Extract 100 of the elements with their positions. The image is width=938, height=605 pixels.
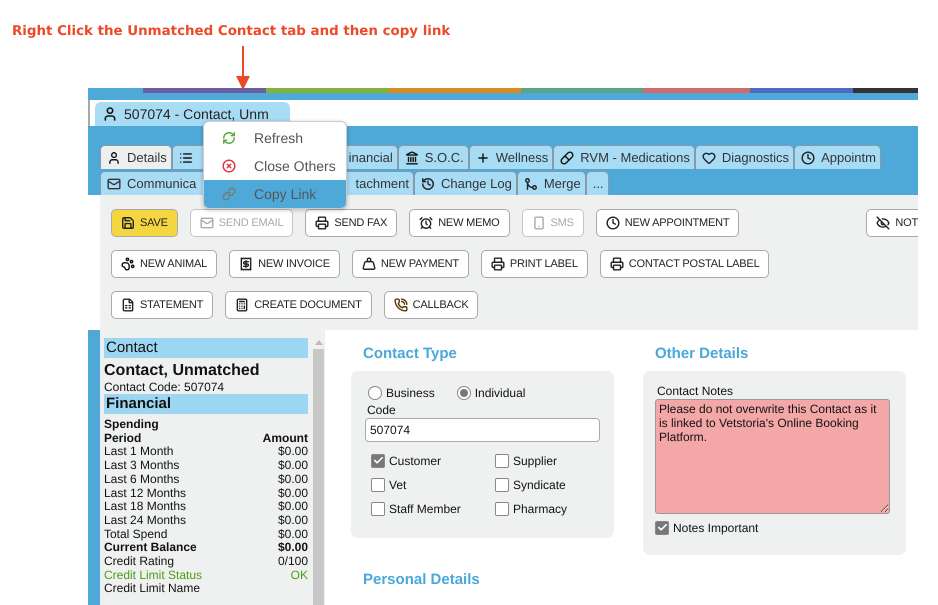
- row-label: Last 18 Months: [104, 500, 186, 514]
- row-value: $0.00: [278, 472, 308, 487]
- tab[interactable]: S.O.C.: [398, 145, 469, 169]
- clock-icon: [801, 150, 816, 164]
- toolbar-button[interactable]: PRINT LABEL: [480, 250, 588, 278]
- tab[interactable]: RVM - Medications: [553, 145, 695, 169]
- row-label: Last 24 Months: [104, 514, 186, 528]
- row-value: $0.00: [278, 541, 308, 556]
- toolbar-button[interactable]: NEW MEMO: [409, 209, 510, 237]
- receipt-icon: [239, 257, 254, 271]
- bank-icon: [404, 150, 419, 164]
- merge-icon: [524, 176, 538, 190]
- alarm-clock-icon: [419, 216, 434, 230]
- tab[interactable]: Appointm: [794, 145, 881, 169]
- tab[interactable]: Merge: [516, 171, 586, 195]
- toolbar-button[interactable]: CREATE DOCUMENT: [225, 291, 372, 319]
- envelope-icon: [200, 216, 214, 230]
- toolbar-button[interactable]: NEW PAYMENT: [352, 250, 469, 278]
- spreadsheet-icon: [121, 298, 135, 312]
- clock-icon: [606, 216, 620, 230]
- person-icon: [107, 150, 121, 164]
- toolbar-button[interactable]: STATEMENT: [111, 291, 214, 319]
- toolbar-button[interactable]: CONTACT POSTAL LABEL: [600, 250, 770, 278]
- checkbox[interactable]: Supplier: [495, 452, 605, 469]
- paw-icon: [121, 257, 135, 271]
- checkbox[interactable]: Customer: [371, 452, 495, 469]
- tab[interactable]: Wellness: [468, 145, 554, 169]
- row-label: Credit Rating: [104, 555, 174, 569]
- row-label: Last 1 Month: [104, 445, 174, 460]
- code-field[interactable]: 507074: [365, 418, 600, 442]
- scrollbar[interactable]: [312, 330, 325, 605]
- row-value: 0/100: [278, 555, 308, 569]
- phone-call-icon: [394, 298, 408, 312]
- pill-icon: [560, 150, 574, 164]
- envelope-icon: [107, 176, 121, 190]
- tab[interactable]: Change Log: [414, 171, 517, 195]
- document-tab[interactable]: 507074 - Contact, Unm: [95, 102, 290, 126]
- toolbar-button[interactable]: NOT: [866, 209, 918, 237]
- radio-button[interactable]: Individual: [456, 384, 526, 401]
- scroll-up-icon[interactable]: [314, 340, 322, 345]
- column-header: Period: [104, 432, 142, 446]
- row-label: Credit Limit Status: [104, 568, 202, 582]
- tab[interactable]: ...: [586, 171, 609, 195]
- close-icon: [222, 159, 236, 173]
- row-value: $0.00: [278, 528, 308, 542]
- section-heading: Contact Type: [362, 345, 458, 364]
- row-value: $0.00: [278, 445, 308, 460]
- person-icon: [102, 106, 118, 122]
- notes-field[interactable]: Please do not overwrite this Contact as it is linked to Vetstoria's Online Booking Platform.: [655, 399, 890, 514]
- contact-code: Contact Code: 507074: [104, 380, 226, 394]
- row-value: OK: [290, 568, 308, 582]
- toolbar-button[interactable]: NEW APPOINTMENT: [596, 209, 740, 237]
- checkbox[interactable]: Syndicate: [495, 476, 605, 493]
- radio-button[interactable]: Business: [368, 384, 435, 401]
- toolbar-button[interactable]: NEW INVOICE: [229, 250, 340, 278]
- refresh-icon: [222, 131, 236, 145]
- checkbox[interactable]: Vet: [371, 476, 495, 493]
- section-heading: Other Details: [654, 345, 750, 364]
- list-icon: [178, 150, 193, 164]
- row-label: Total Spend: [104, 528, 168, 542]
- weight-icon: [362, 257, 376, 271]
- eye-off-icon: [876, 216, 890, 230]
- toolbar-button[interactable]: SEND FAX: [305, 209, 398, 237]
- row-label: Last 12 Months: [104, 486, 186, 500]
- instruction-text: Right Click the Unmatched Contact tab and then copy link: [12, 24, 450, 39]
- row-value: $0.00: [278, 514, 308, 528]
- tab[interactable]: Details: [100, 145, 172, 169]
- row-label: Credit Limit Name: [104, 582, 200, 596]
- save-icon: [121, 216, 135, 230]
- row-label: Current Balance: [104, 541, 197, 556]
- heart-icon: [702, 150, 716, 164]
- history-icon: [421, 176, 435, 190]
- printer-icon: [490, 257, 505, 271]
- checkbox[interactable]: Pharmacy: [495, 500, 605, 517]
- row-value: $0.00: [278, 500, 308, 514]
- checkbox[interactable]: Notes Important: [655, 519, 892, 536]
- subheading: Spending: [104, 418, 159, 432]
- row-value: $0.00: [278, 459, 308, 473]
- checkbox[interactable]: Staff Member: [371, 500, 495, 517]
- checkmark-icon: [656, 522, 668, 533]
- annotation-arrow: [236, 46, 250, 90]
- printer-icon: [610, 257, 624, 271]
- plus-icon: [476, 150, 490, 164]
- row-label: Last 6 Months: [104, 472, 180, 487]
- row-value: $0.00: [278, 486, 308, 500]
- toolbar-button[interactable]: NEW ANIMAL: [111, 250, 218, 278]
- field-label: Code: [366, 403, 397, 417]
- contact-name: Contact, Unmatched: [104, 362, 261, 380]
- row-label: Last 3 Months: [104, 459, 180, 473]
- toolbar-button[interactable]: SAVE: [111, 209, 178, 237]
- checkmark-icon: [372, 455, 384, 466]
- tab[interactable]: Diagnostics: [694, 145, 794, 169]
- section-header: Contact: [104, 338, 308, 358]
- column-header: Amount: [262, 432, 308, 446]
- section-heading: Personal Details: [362, 571, 481, 588]
- toolbar-button[interactable]: CALLBACK: [384, 291, 478, 319]
- phone-icon: [532, 216, 546, 230]
- link-icon: [222, 187, 236, 201]
- calculator-icon: [235, 298, 250, 312]
- section-header: Financial: [104, 394, 308, 414]
